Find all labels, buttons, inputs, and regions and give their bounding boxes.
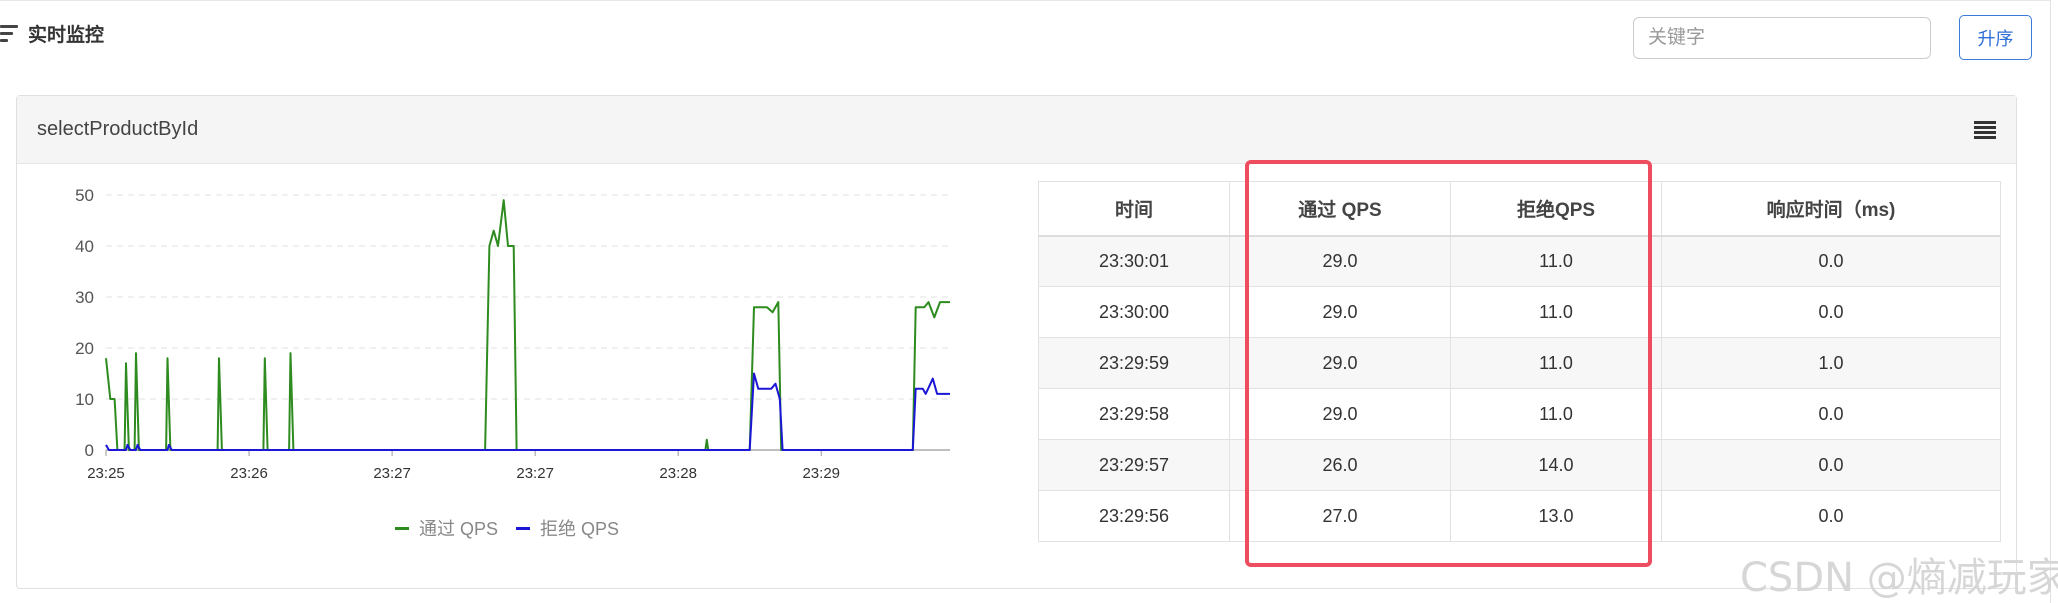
legend-item-block[interactable]: 拒绝 QPS	[516, 515, 619, 541]
list-filter-icon	[0, 23, 18, 43]
qps-line-chart: 0 10 20 30 40 50 23:25 23:26 23:27 23:27 23:28 23:2…	[75, 186, 950, 482]
cell-rt: 0.0	[1661, 235, 2001, 287]
cell-block-qps: 11.0	[1450, 286, 1662, 338]
y-tick-label: 40	[75, 237, 94, 256]
y-tick-label: 0	[85, 441, 94, 460]
cell-rt: 0.0	[1661, 286, 2001, 338]
cell-time: 23:29:56	[1038, 490, 1230, 542]
table-row: 23:30:00 29.0 11.0 0.0	[1038, 286, 2001, 338]
table-row: 23:29:58 29.0 11.0 0.0	[1038, 388, 2001, 440]
table-header-row: 时间 通过 QPS 拒绝QPS 响应时间（ms)	[1038, 181, 2001, 237]
cell-rt: 0.0	[1661, 388, 2001, 440]
cell-rt: 0.0	[1661, 490, 2001, 542]
cell-time: 23:30:01	[1038, 235, 1230, 287]
table-row: 23:29:57 26.0 14.0 0.0	[1038, 439, 2001, 491]
x-tick-label: 23:29	[802, 465, 840, 482]
page-title: 实时监控	[28, 24, 105, 46]
table-row: 23:30:01 29.0 11.0 0.0	[1038, 235, 2001, 287]
cell-pass-qps: 29.0	[1229, 235, 1451, 287]
chart-legend: 通过 QPS 拒绝 QPS	[395, 515, 619, 541]
cell-block-qps: 13.0	[1450, 490, 1662, 542]
y-tick-label: 20	[75, 339, 94, 358]
col-rt: 响应时间（ms)	[1661, 181, 2001, 237]
col-pass-qps: 通过 QPS	[1229, 181, 1451, 237]
resource-name: selectProductById	[37, 118, 199, 140]
series-line-block-qps	[105, 372, 950, 451]
cell-pass-qps: 26.0	[1229, 439, 1451, 491]
cell-rt: 0.0	[1661, 439, 2001, 491]
cell-pass-qps: 29.0	[1229, 337, 1451, 389]
y-tick-label: 10	[75, 390, 94, 409]
col-time: 时间	[1038, 181, 1230, 237]
cell-block-qps: 14.0	[1450, 439, 1662, 491]
legend-swatch-block	[516, 526, 531, 530]
y-tick-label: 50	[75, 186, 94, 205]
cell-block-qps: 11.0	[1450, 235, 1662, 287]
legend-swatch-pass	[395, 526, 409, 530]
cell-rt: 1.0	[1661, 337, 2001, 389]
cell-pass-qps: 27.0	[1229, 490, 1451, 542]
legend-label-pass: 通过 QPS	[419, 519, 499, 539]
legend-label-block: 拒绝 QPS	[540, 519, 620, 539]
x-tick-label: 23:28	[659, 465, 697, 482]
x-tick-label: 23:25	[87, 465, 125, 482]
list-icon[interactable]	[1974, 120, 1996, 139]
page-header: 实时监控	[0, 18, 104, 48]
sort-ascending-button[interactable]: 升序	[1959, 15, 2032, 60]
x-tick-label: 23:27	[373, 465, 411, 482]
cell-time: 23:29:58	[1038, 388, 1230, 440]
series-line-pass-qps	[105, 199, 950, 451]
x-tick-label: 23:26	[230, 465, 268, 482]
cell-time: 23:30:00	[1038, 286, 1230, 338]
table-row: 23:29:56 27.0 13.0 0.0	[1038, 490, 2001, 542]
qps-table: 时间 通过 QPS 拒绝QPS 响应时间（ms) 23:30:01 29.0 1…	[1038, 181, 2001, 542]
legend-item-pass[interactable]: 通过 QPS	[395, 515, 498, 541]
watermark: CSDN @熵减玩家	[1740, 555, 2058, 601]
cell-time: 23:29:59	[1038, 337, 1230, 389]
x-tick-label: 23:27	[516, 465, 554, 482]
table-row: 23:29:59 29.0 11.0 1.0	[1038, 337, 2001, 389]
col-block-qps: 拒绝QPS	[1450, 181, 1662, 237]
cell-time: 23:29:57	[1038, 439, 1230, 491]
cell-block-qps: 11.0	[1450, 388, 1662, 440]
cell-block-qps: 11.0	[1450, 337, 1662, 389]
search-input[interactable]	[1633, 17, 1931, 59]
cell-pass-qps: 29.0	[1229, 286, 1451, 338]
panel-header: selectProductById	[17, 96, 2016, 164]
cell-pass-qps: 29.0	[1229, 388, 1451, 440]
y-tick-label: 30	[75, 288, 94, 307]
